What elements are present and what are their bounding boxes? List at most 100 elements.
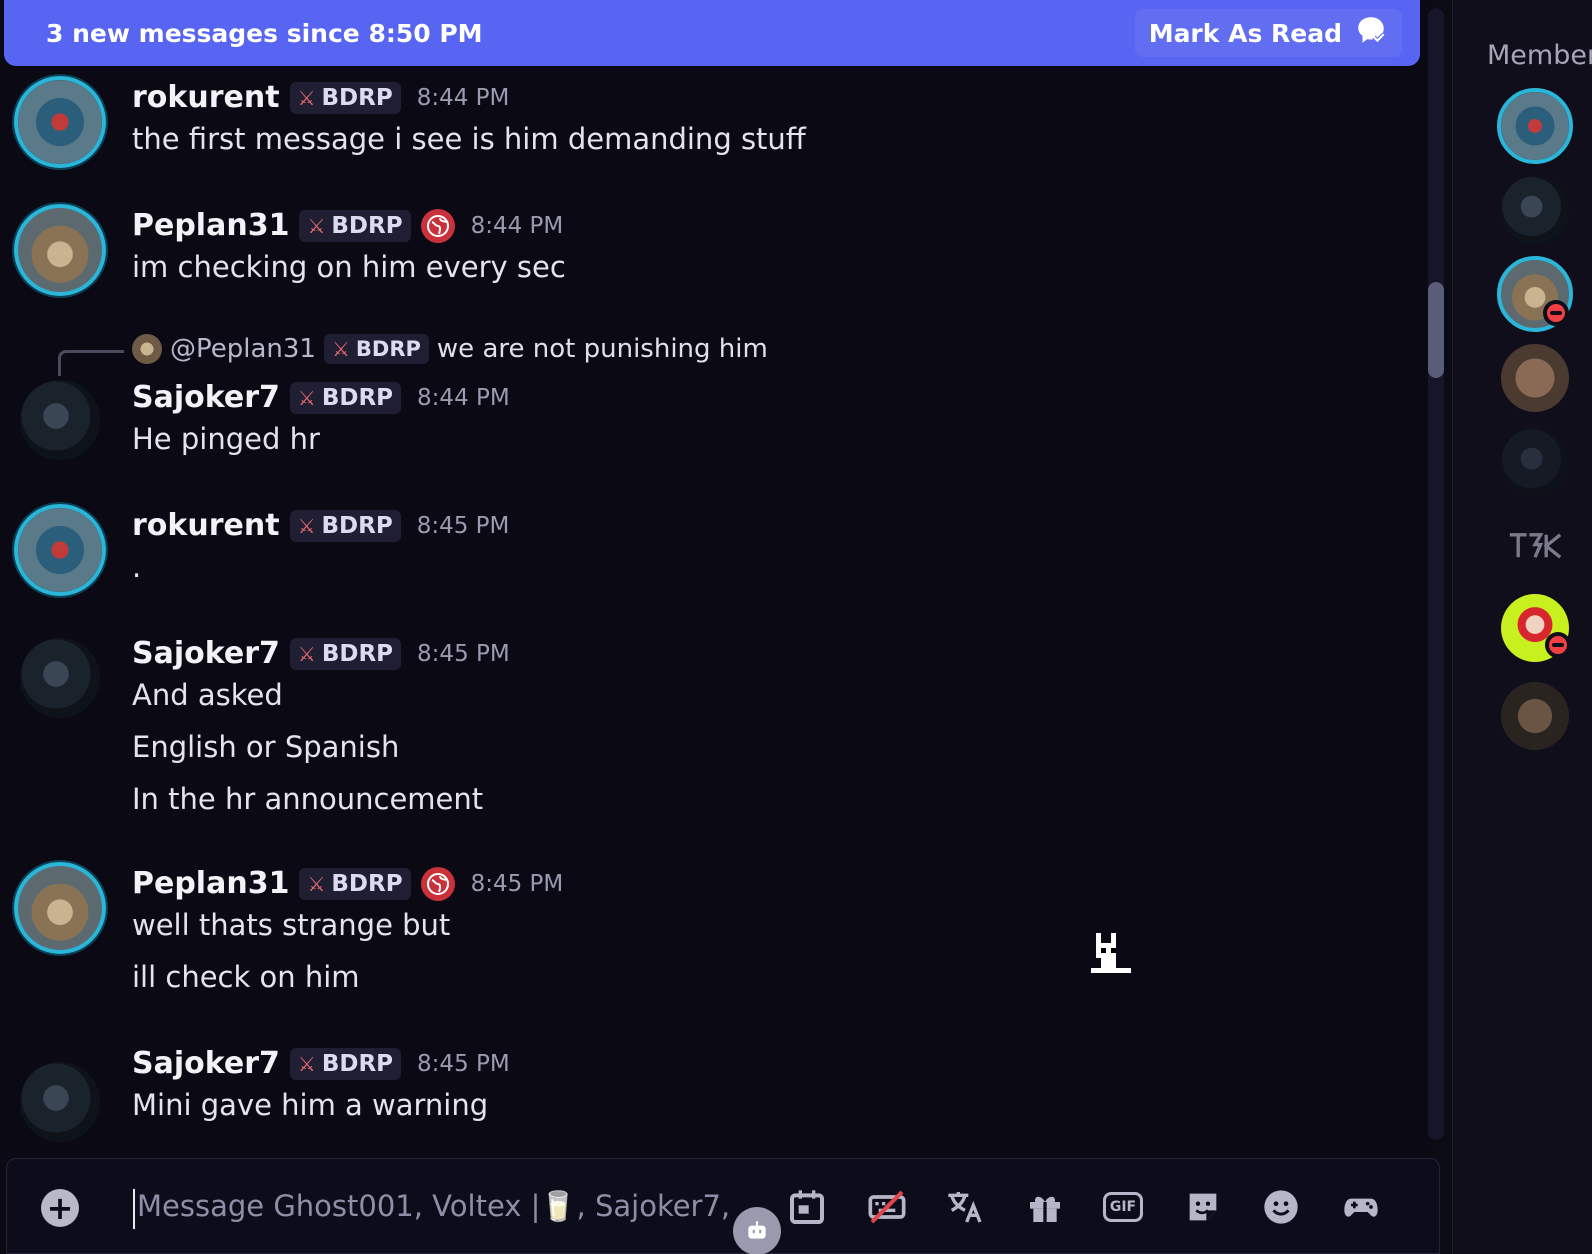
reply-avatar <box>132 334 162 364</box>
avatar[interactable] <box>14 862 106 954</box>
timestamp: 8:44 PM <box>416 84 510 111</box>
sticker-icon[interactable] <box>1181 1185 1225 1229</box>
avatar[interactable] <box>20 1062 100 1142</box>
emoji-icon[interactable] <box>1259 1185 1303 1229</box>
message[interactable]: Peplan31 ⚔ BDRP 8:44 PM im checking on hi… <box>0 204 1400 324</box>
gift-icon[interactable] <box>1023 1185 1067 1229</box>
message-text: the first message i see is him demanding… <box>132 122 806 156</box>
guild-tag-label: BDRP <box>321 512 393 539</box>
username[interactable]: Sajoker7 <box>132 380 280 415</box>
message-header: rokurent ⚔ BDRP 8:44 PM <box>132 80 509 115</box>
dnd-status-icon <box>1543 300 1569 326</box>
reply-text: we are not punishing him <box>436 334 768 364</box>
message-header: Peplan31 ⚔ BDRP 8:45 PM <box>132 866 563 901</box>
plus-icon[interactable]: + <box>41 1189 79 1227</box>
avatar[interactable] <box>14 76 106 168</box>
message-header: rokurent ⚔ BDRP 8:45 PM <box>132 508 509 543</box>
globe-icon <box>420 866 455 901</box>
guild-tag-label: BDRP <box>331 870 403 897</box>
member-avatar[interactable] <box>1501 512 1569 580</box>
username[interactable]: rokurent <box>132 508 280 543</box>
message-text: English or Spanish <box>132 730 400 764</box>
message-text: well thats strange but <box>132 908 451 942</box>
avatar[interactable] <box>14 204 106 296</box>
guild-tag[interactable]: ⚔ BDRP <box>323 334 429 364</box>
guild-tag[interactable]: ⚔ BDRP <box>299 867 411 900</box>
guild-tag[interactable]: ⚔ BDRP <box>289 81 401 114</box>
member-avatar[interactable] <box>1501 682 1569 750</box>
pixel-cat-icon <box>1091 933 1131 973</box>
username[interactable]: Sajoker7 <box>132 636 280 671</box>
timestamp: 8:45 PM <box>417 640 510 667</box>
guild-tag-label: BDRP <box>321 1050 394 1077</box>
message-header: Peplan31 ⚔ BDRP 8:44 PM <box>132 208 563 243</box>
username[interactable]: Sajoker7 <box>132 1046 280 1081</box>
new-messages-text: 3 new messages since 8:50 PM <box>46 18 483 48</box>
guild-tag[interactable]: ⚔ BDRP <box>289 1047 402 1080</box>
scrollbar-track[interactable] <box>1428 8 1444 1140</box>
guild-tag[interactable]: ⚔ BDRP <box>289 381 402 414</box>
message-input[interactable]: Message Ghost001, Voltex |🥛, Sajoker7, r… <box>133 1189 733 1229</box>
guild-tag[interactable]: ⚔ BDRP <box>289 509 401 542</box>
username[interactable]: Peplan31 <box>132 866 289 901</box>
message[interactable]: rokurent ⚔ BDRP 8:45 PM . <box>0 504 1400 614</box>
dnd-status-icon <box>1545 632 1571 658</box>
message-text: He pinged hr <box>132 422 320 456</box>
reply-mention[interactable]: @Peplan31 <box>170 334 316 364</box>
message-header: Sajoker7 ⚔ BDRP 8:44 PM <box>132 380 510 415</box>
message[interactable]: Sajoker7 ⚔ BDRP 8:44 PM He pinged hr <box>0 376 1400 476</box>
member-avatar[interactable] <box>1501 428 1569 496</box>
members-title: Members <box>1487 40 1592 71</box>
globe-icon <box>420 208 455 243</box>
sword-icon: ⚔ <box>297 85 316 110</box>
message-header: Sajoker7 ⚔ BDRP 8:45 PM <box>132 636 510 671</box>
translate-icon[interactable] <box>943 1185 987 1229</box>
message-header: Sajoker7 ⚔ BDRP 8:45 PM <box>132 1046 510 1081</box>
gamepad-icon[interactable] <box>1339 1185 1383 1229</box>
guild-tag-label: BDRP <box>321 384 394 411</box>
guild-tag[interactable]: ⚔ BDRP <box>289 637 402 670</box>
sword-icon: ⚔ <box>297 385 316 410</box>
message-composer: + Message Ghost001, Voltex |🥛, Sajoker7,… <box>6 1158 1440 1254</box>
guild-tag[interactable]: ⚔ BDRP <box>299 209 411 242</box>
sword-icon: ⚔ <box>331 337 350 361</box>
timestamp: 8:45 PM <box>470 870 564 897</box>
mark-as-read-label: Mark As Read <box>1148 18 1342 48</box>
reply-preview[interactable]: @Peplan31 ⚔ BDRP we are not punishing him <box>132 334 768 364</box>
avatar[interactable] <box>20 638 100 718</box>
sword-icon: ⚔ <box>307 871 326 896</box>
gif-icon[interactable]: GIF <box>1101 1185 1145 1229</box>
username[interactable]: rokurent <box>132 80 280 115</box>
chat-pane: 3 new messages since 8:50 PM Mark As Rea… <box>0 0 1444 1254</box>
message-text: And asked <box>132 678 283 712</box>
member-avatar[interactable] <box>1497 88 1573 164</box>
no-keyboard-icon[interactable] <box>865 1185 909 1229</box>
sword-icon: ⚔ <box>297 1051 316 1076</box>
scrollbar-thumb[interactable] <box>1428 282 1444 378</box>
message[interactable]: Sajoker7 ⚔ BDRP 8:45 PM Mini gave him a w… <box>0 1042 1400 1142</box>
member-avatar[interactable] <box>1501 176 1569 244</box>
guild-tag-label: BDRP <box>321 640 394 667</box>
avatar[interactable] <box>14 504 106 596</box>
message-text: Mini gave him a warning <box>132 1088 489 1122</box>
message-text: im checking on him every sec <box>132 250 566 284</box>
member-avatar[interactable] <box>1501 344 1569 412</box>
avatar[interactable] <box>20 380 100 460</box>
guild-tag-label: BDRP <box>321 84 393 111</box>
timestamp: 8:45 PM <box>417 1050 510 1077</box>
bot-icon[interactable] <box>733 1207 781 1254</box>
username[interactable]: Peplan31 <box>132 208 289 243</box>
member-list: Members <box>1452 0 1592 1254</box>
timestamp: 8:44 PM <box>417 384 510 411</box>
chat-check-icon <box>1354 13 1388 53</box>
message[interactable]: rokurent ⚔ BDRP 8:44 PM the first message… <box>0 76 1400 196</box>
t3k-logo-icon <box>1509 533 1562 559</box>
sword-icon: ⚔ <box>297 641 316 666</box>
message[interactable]: Sajoker7 ⚔ BDRP 8:45 PM And asked English… <box>0 632 1400 832</box>
timestamp: 8:44 PM <box>470 212 564 239</box>
message-text: ill check on him <box>132 960 360 994</box>
calendar-icon[interactable] <box>785 1185 829 1229</box>
mark-as-read-button[interactable]: Mark As Read <box>1134 9 1402 57</box>
message[interactable]: Peplan31 ⚔ BDRP 8:45 PM well thats strang… <box>0 862 1400 1012</box>
new-messages-banner[interactable]: 3 new messages since 8:50 PM Mark As Rea… <box>4 0 1420 66</box>
